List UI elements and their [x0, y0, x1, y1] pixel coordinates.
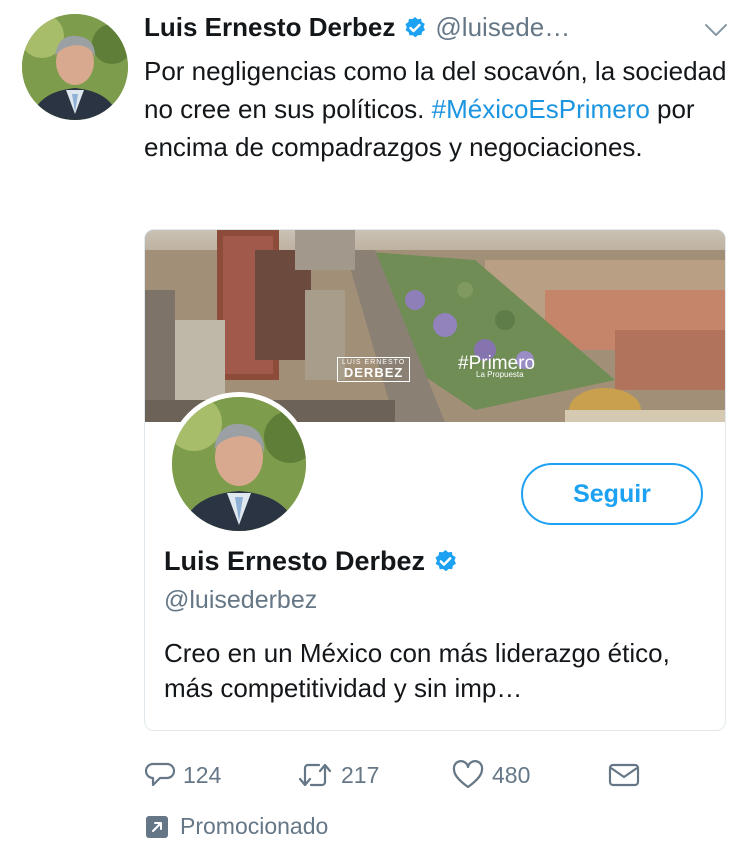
banner-logo: LUIS ERNESTO DERBEZ [337, 357, 411, 382]
retweet-button[interactable]: 217 [297, 760, 452, 790]
verified-badge-icon [433, 549, 458, 574]
heart-icon [452, 760, 484, 790]
verified-badge-icon [403, 16, 427, 40]
retweet-icon [297, 760, 333, 790]
reply-icon [145, 760, 175, 790]
reply-count: 124 [183, 761, 222, 788]
tweet-header: Luis Ernesto Derbez @luisede… [144, 12, 570, 43]
promoted-label: Promocionado [180, 813, 329, 839]
follow-button[interactable]: Seguir [521, 463, 703, 525]
promoted-arrow-icon [146, 815, 168, 838]
card-name-row: Luis Ernesto Derbez [164, 546, 466, 577]
author-name[interactable]: Luis Ernesto Derbez [144, 12, 395, 43]
profile-card[interactable]: LUIS ERNESTO DERBEZ #Primero La Propuest… [144, 229, 726, 731]
like-button[interactable]: 480 [452, 760, 608, 790]
banner-tagline: #Primero La Propuesta [458, 354, 535, 379]
tweet-text: Por negligencias como la del socavón, la… [144, 52, 744, 166]
hashtag-link[interactable]: #MéxicoEsPrimero [432, 94, 650, 124]
card-name[interactable]: Luis Ernesto Derbez [164, 546, 425, 577]
envelope-icon [608, 762, 640, 788]
card-handle[interactable]: @luisederbez [164, 586, 317, 615]
tweet-actions: 124 217 480 [145, 757, 640, 793]
like-count: 480 [492, 761, 531, 788]
direct-message-button[interactable] [608, 762, 640, 788]
chevron-down-icon[interactable] [704, 22, 728, 38]
banner-logo-line-2: DERBEZ [343, 365, 404, 380]
author-avatar[interactable] [22, 14, 128, 120]
promoted-indicator: Promocionado [146, 813, 328, 840]
retweet-count: 217 [341, 761, 380, 788]
card-bio: Creo en un México con más liderazgo étic… [164, 638, 670, 703]
reply-button[interactable]: 124 [145, 760, 297, 790]
card-avatar[interactable] [167, 392, 311, 536]
author-handle[interactable]: @luisede… [435, 12, 570, 43]
